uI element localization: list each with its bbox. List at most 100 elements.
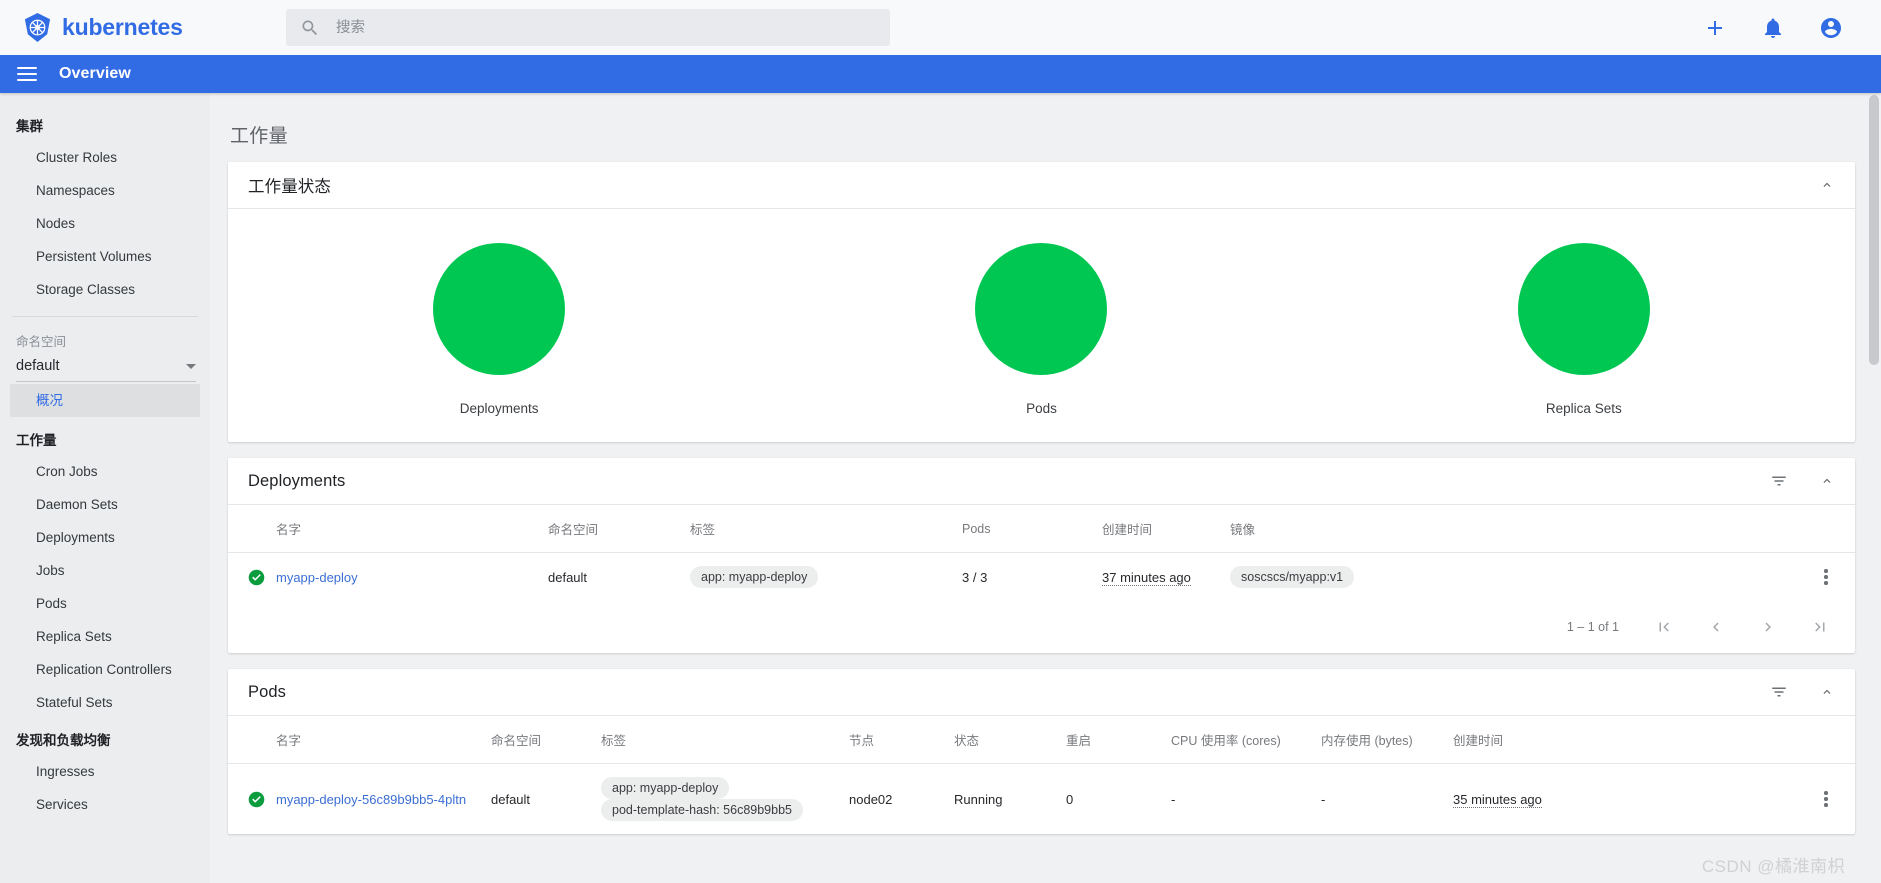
replica-sets-graph-label: Replica Sets <box>1545 401 1622 416</box>
main-scrollbar[interactable] <box>1867 93 1881 883</box>
deployments-donut-chart <box>433 243 566 375</box>
sidebar-item-stateful-sets[interactable]: Stateful Sets <box>0 686 210 719</box>
plus-icon[interactable] <box>1703 16 1727 40</box>
table-row[interactable]: myapp-deploy-56c89b9bb5-4pltn default ap… <box>228 764 1855 835</box>
deployments-paginator: 1 – 1 of 1 <box>228 601 1855 653</box>
kubernetes-helm-icon <box>24 12 51 43</box>
label-chip[interactable]: app: myapp-deploy <box>690 566 819 588</box>
pod-namespace-cell: default <box>491 791 531 807</box>
sidebar-item-cron-jobs[interactable]: Cron Jobs <box>0 455 210 488</box>
pod-memory-cell: - <box>1321 791 1326 807</box>
deployment-namespace-cell: default <box>548 569 588 585</box>
deployments-graph-label: Deployments <box>459 401 539 416</box>
deployment-pods-cell: 3 / 3 <box>962 569 988 585</box>
sidebar-item-ingresses[interactable]: Ingresses <box>0 755 210 788</box>
sidebar-item-overview[interactable]: 概况 <box>10 384 200 417</box>
pods-card: Pods 名字 命名空间 标签 节点 状态 重启 CPU 使用率 (cores)… <box>228 669 1855 834</box>
pagination-range: 1 – 1 of 1 <box>1566 620 1619 634</box>
deployments-col-name: 名字 <box>276 505 548 553</box>
deployment-status-cell <box>228 553 276 602</box>
pods-donut-chart <box>975 243 1108 375</box>
deployments-col-labels: 标签 <box>690 505 962 553</box>
kebab-menu-icon[interactable] <box>1803 569 1849 585</box>
pods-col-status: 状态 <box>954 716 1066 764</box>
sidebar-section-cluster: 集群 <box>16 119 43 134</box>
chevron-up-icon[interactable] <box>1817 471 1837 491</box>
pods-col-created: 创建时间 <box>1453 716 1803 764</box>
next-page-icon[interactable] <box>1757 616 1779 638</box>
sidebar-item-services[interactable]: Services <box>0 788 210 821</box>
label-chip[interactable]: app: myapp-deploy <box>601 777 730 799</box>
deployment-created-value: 37 minutes ago <box>1102 569 1191 586</box>
deployments-table: 名字 命名空间 标签 Pods 创建时间 镜像 myapp-deploy def… <box>228 505 1855 601</box>
pod-name-link[interactable]: myapp-deploy-56c89b9bb5-4pltn <box>276 792 466 807</box>
top-actions <box>1703 16 1857 40</box>
pods-col-restarts: 重启 <box>1066 716 1171 764</box>
sidebar-item-daemon-sets[interactable]: Daemon Sets <box>0 488 210 521</box>
sidebar-nav: 集群 Cluster Roles Namespaces Nodes Persis… <box>0 93 210 883</box>
workload-status-actions <box>1817 175 1837 195</box>
prev-page-icon[interactable] <box>1705 616 1727 638</box>
deployments-col-images: 镜像 <box>1230 505 1803 553</box>
namespace-selected-value: default <box>16 358 60 374</box>
brand-logo-area[interactable]: kubernetes <box>22 12 262 43</box>
table-row[interactable]: myapp-deploy default app: myapp-deploy 3… <box>228 553 1855 602</box>
filter-icon[interactable] <box>1769 471 1789 491</box>
sidebar-item-cluster-roles[interactable]: Cluster Roles <box>0 141 210 174</box>
search-box[interactable] <box>286 9 890 46</box>
sidebar-item-namespaces[interactable]: Namespaces <box>0 174 210 207</box>
deployment-images-cell: soscscs/myapp:v1 <box>1230 553 1803 602</box>
check-circle-green-icon <box>248 569 265 585</box>
deployments-col-created: 创建时间 <box>1102 505 1230 553</box>
main-content: 工作量 工作量状态 Deployments Pods Replica Sets … <box>210 93 1881 883</box>
hamburger-menu-icon[interactable] <box>17 67 37 81</box>
chevron-down-icon <box>186 363 196 369</box>
pod-actions-cell <box>1803 764 1855 835</box>
sidebar-item-persistent-volumes[interactable]: Persistent Volumes <box>0 240 210 273</box>
label-chip[interactable]: pod-template-hash: 56c89b9bb5 <box>601 799 803 821</box>
pods-graph-label: Pods <box>1026 401 1057 416</box>
image-chip[interactable]: soscscs/myapp:v1 <box>1230 566 1355 588</box>
sidebar-item-replication-controllers[interactable]: Replication Controllers <box>0 653 210 686</box>
sidebar-item-deployments[interactable]: Deployments <box>0 521 210 554</box>
search-input[interactable] <box>336 9 876 46</box>
deployment-name-cell: myapp-deploy <box>276 553 548 602</box>
deployment-actions-cell <box>1803 553 1855 602</box>
pod-restarts-cell: 0 <box>1066 791 1074 807</box>
sidebar-item-storage-classes[interactable]: Storage Classes <box>0 273 210 306</box>
sidebar-item-nodes[interactable]: Nodes <box>0 207 210 240</box>
deployments-card-actions <box>1769 471 1837 491</box>
scrollbar-thumb[interactable] <box>1869 95 1879 365</box>
deployment-labels-cell: app: myapp-deploy <box>690 553 962 602</box>
replica-sets-donut-chart <box>1517 243 1650 375</box>
pods-card-actions <box>1769 682 1837 702</box>
graph-pods: Pods <box>770 243 1312 416</box>
pod-created-cell: 35 minutes ago <box>1453 764 1803 835</box>
account-circle-icon[interactable] <box>1819 16 1843 40</box>
deployment-name-link[interactable]: myapp-deploy <box>276 570 358 585</box>
last-page-icon[interactable] <box>1809 616 1831 638</box>
sidebar-divider <box>12 316 198 317</box>
pod-cpu-cell: - <box>1171 791 1176 807</box>
filter-icon[interactable] <box>1769 682 1789 702</box>
workload-status-graphs: Deployments Pods Replica Sets <box>228 209 1855 442</box>
pods-col-cpu: CPU 使用率 (cores) <box>1171 716 1321 764</box>
sidebar-item-jobs[interactable]: Jobs <box>0 554 210 587</box>
bell-icon[interactable] <box>1761 16 1785 40</box>
chevron-up-icon[interactable] <box>1817 175 1837 195</box>
sidebar-label-namespace: 命名空间 <box>16 335 67 349</box>
workload-status-card: 工作量状态 Deployments Pods Replica Sets <box>228 162 1855 442</box>
kebab-menu-icon[interactable] <box>1803 791 1849 807</box>
pods-table: 名字 命名空间 标签 节点 状态 重启 CPU 使用率 (cores) 内存使用… <box>228 716 1855 834</box>
chevron-up-icon[interactable] <box>1817 682 1837 702</box>
workload-status-title: 工作量状态 <box>248 178 331 196</box>
namespace-select[interactable]: default <box>16 354 196 382</box>
watermark: CSDN @橘淮南枳 <box>1701 857 1845 876</box>
sidebar-item-pods[interactable]: Pods <box>0 587 210 620</box>
top-header-bar: kubernetes <box>0 0 1881 55</box>
sidebar-item-replica-sets[interactable]: Replica Sets <box>0 620 210 653</box>
first-page-icon[interactable] <box>1653 616 1675 638</box>
page-toolbar: Overview <box>0 55 1881 93</box>
deployment-created-cell: 37 minutes ago <box>1102 553 1230 602</box>
workload-status-card-header: 工作量状态 <box>228 162 1855 209</box>
